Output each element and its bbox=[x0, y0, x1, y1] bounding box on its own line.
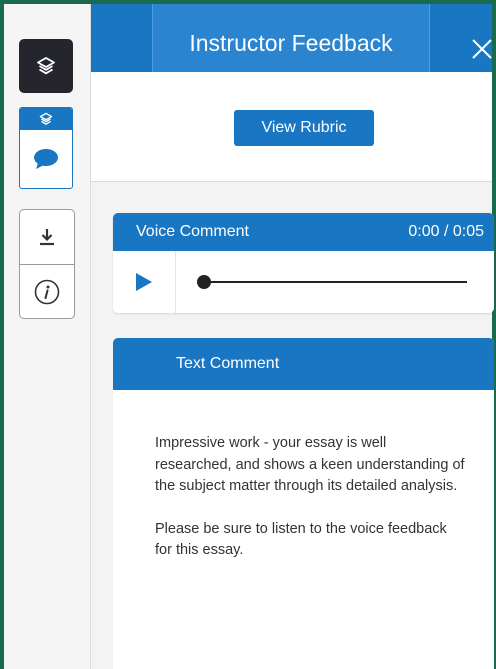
comments-button[interactable] bbox=[20, 130, 72, 188]
voice-comment-header: Voice Comment 0:00 / 0:05 bbox=[113, 213, 494, 251]
info-button[interactable] bbox=[20, 265, 74, 319]
panel-header: Instructor Feedback bbox=[91, 4, 492, 72]
feedback-toggle-group bbox=[19, 107, 73, 189]
comment-icon bbox=[34, 149, 58, 169]
download-button[interactable] bbox=[20, 210, 74, 264]
voice-comment-card: Voice Comment 0:00 / 0:05 bbox=[113, 213, 494, 313]
close-icon[interactable] bbox=[471, 38, 493, 60]
layers-tab[interactable] bbox=[20, 108, 72, 130]
layers-icon bbox=[39, 112, 53, 125]
text-comment-title: Text Comment bbox=[176, 355, 280, 372]
seek-handle[interactable] bbox=[197, 275, 211, 289]
header-title-box: Instructor Feedback bbox=[152, 4, 430, 72]
download-icon bbox=[40, 229, 54, 246]
sidebar bbox=[4, 4, 91, 669]
text-comment-body: Impressive work - your essay is well res… bbox=[155, 433, 465, 583]
text-comment-card: Text Comment Impressive work - your essa… bbox=[113, 338, 494, 669]
play-icon bbox=[136, 273, 152, 291]
audio-player bbox=[113, 251, 494, 313]
view-rubric-button[interactable]: View Rubric bbox=[234, 110, 374, 146]
layers-icon bbox=[37, 57, 55, 75]
rubric-area: View Rubric bbox=[91, 72, 492, 182]
seek-bar[interactable] bbox=[203, 281, 467, 283]
comment-paragraph: Impressive work - your essay is well res… bbox=[155, 435, 465, 494]
comment-paragraph: Please be sure to listen to the voice fe… bbox=[155, 520, 447, 559]
info-icon bbox=[34, 279, 60, 305]
voice-comment-title: Voice Comment bbox=[136, 223, 249, 240]
tools-group bbox=[19, 209, 75, 319]
text-comment-header: Text Comment bbox=[113, 338, 494, 390]
page-title: Instructor Feedback bbox=[189, 30, 393, 56]
voice-comment-time: 0:00 / 0:05 bbox=[408, 223, 484, 240]
play-button[interactable] bbox=[113, 251, 176, 313]
layers-button[interactable] bbox=[19, 39, 73, 93]
